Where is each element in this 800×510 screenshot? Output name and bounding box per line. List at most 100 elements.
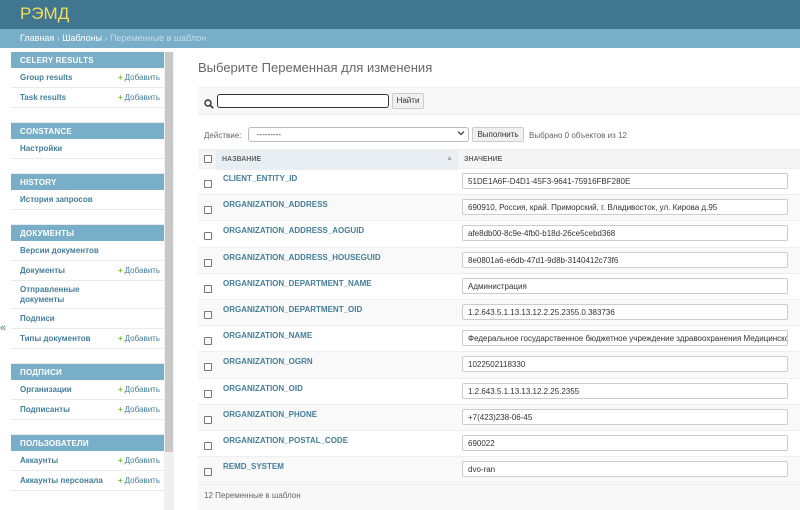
row-value-field[interactable]: Федеральное государственное бюджетное уч… bbox=[462, 330, 788, 347]
row-checkbox[interactable] bbox=[204, 227, 212, 245]
plus-icon: + bbox=[117, 456, 123, 465]
row-name-link[interactable]: ORGANIZATION_NAME bbox=[223, 331, 312, 340]
row-name-link[interactable]: ORGANIZATION_OID bbox=[223, 384, 303, 393]
add-button[interactable]: + Добавить bbox=[118, 405, 160, 414]
row-value-field[interactable]: 690022 bbox=[462, 434, 788, 451]
sidebar-module-caption[interactable]: CELERY RESULTS bbox=[11, 52, 164, 68]
sidebar-item-link[interactable]: Task results bbox=[20, 93, 115, 103]
sidebar-item-link[interactable]: Подписанты bbox=[20, 405, 115, 415]
row-name-link[interactable]: CLIENT_ENTITY_ID bbox=[223, 174, 297, 183]
row-value-field[interactable]: Администрация bbox=[462, 277, 788, 294]
row-checkbox[interactable] bbox=[204, 254, 212, 272]
add-button[interactable]: + Добавить bbox=[118, 73, 160, 82]
breadcrumb-home[interactable]: Главная bbox=[20, 33, 54, 43]
add-button[interactable]: + Добавить bbox=[118, 266, 160, 275]
breadcrumb-separator: › bbox=[102, 33, 111, 43]
add-button[interactable]: + Добавить bbox=[118, 456, 160, 465]
collapse-sidebar-toggle[interactable]: « bbox=[0, 322, 6, 334]
row-name-link[interactable]: ORGANIZATION_OGRN bbox=[223, 357, 313, 366]
sidebar-module: ДОКУМЕНТЫ Версии документов Документы + Доба… bbox=[11, 225, 164, 349]
plus-icon: + bbox=[117, 405, 123, 414]
row-name-link[interactable]: ORGANIZATION_ADDRESS bbox=[223, 200, 328, 209]
sidebar-module-spacer bbox=[11, 108, 164, 123]
sidebar-item-link[interactable]: Аккаунты bbox=[20, 456, 115, 466]
sidebar-module: ПОДПИСИ Организации + Добавить Подписанты + До… bbox=[11, 364, 164, 420]
search-button[interactable]: Найти bbox=[392, 93, 424, 109]
sidebar-module-caption[interactable]: HISTORY bbox=[11, 174, 164, 190]
plus-icon: + bbox=[117, 334, 123, 343]
run-action-button[interactable]: Выполнить bbox=[472, 127, 524, 142]
add-button[interactable]: + Добавить bbox=[118, 385, 160, 394]
sidebar-item: Аккаунты + Добавить bbox=[11, 451, 164, 471]
paginator: 12 Переменные в шаблон bbox=[198, 484, 800, 510]
row-checkbox[interactable] bbox=[204, 280, 212, 298]
row-name-link[interactable]: ORGANIZATION_DEPARTMENT_OID bbox=[223, 305, 362, 314]
row-checkbox[interactable] bbox=[204, 201, 212, 219]
row-value-field[interactable]: 8e0801a6-e6db-47d1-9d8b-3140412c73f6 bbox=[462, 251, 788, 268]
chevron-down-icon bbox=[457, 129, 465, 139]
select-all-checkbox[interactable] bbox=[204, 155, 212, 165]
sidebar-module-caption[interactable]: ПОДПИСИ bbox=[11, 364, 164, 380]
row-checkbox[interactable] bbox=[204, 411, 212, 429]
sidebar-module-caption[interactable]: ДОКУМЕНТЫ bbox=[11, 225, 164, 241]
site-name[interactable]: РЭМД bbox=[20, 4, 69, 24]
sidebar-item-link[interactable]: Типы документов bbox=[20, 334, 115, 344]
sidebar-scrollbar-thumb[interactable] bbox=[165, 52, 173, 452]
sidebar-module-caption[interactable]: CONSTANCE bbox=[11, 123, 164, 139]
row-checkbox[interactable] bbox=[204, 437, 212, 455]
sidebar-module-spacer bbox=[11, 210, 164, 225]
row-checkbox[interactable] bbox=[204, 463, 212, 481]
row-checkbox[interactable] bbox=[204, 385, 212, 403]
row-value-field[interactable]: dvo-ran bbox=[462, 461, 788, 478]
row-value-field[interactable]: 1.2.643.5.1.13.13.12.2.25.2355.0.383736 bbox=[462, 303, 788, 320]
row-value-field[interactable]: afe8db00-8c9e-4fb0-b18d-26ce5cebd368 bbox=[462, 225, 788, 242]
row-checkbox[interactable] bbox=[204, 306, 212, 324]
sidebar-module: ПОЛЬЗОВАТЕЛИ Аккаунты + Добавить Аккаунты пе… bbox=[11, 435, 164, 491]
sort-asc-icon[interactable]: ▲ bbox=[446, 155, 453, 162]
plus-icon: + bbox=[117, 385, 123, 394]
table-row: ORGANIZATION_ADDRESS 690910, Россия, край… bbox=[198, 195, 800, 222]
breadcrumb-section[interactable]: Шаблоны bbox=[62, 33, 102, 43]
add-button[interactable]: + Добавить bbox=[118, 334, 160, 343]
add-button[interactable]: + Добавить bbox=[118, 476, 160, 485]
breadcrumb: Главная › Шаблоны › Переменные в шаблон bbox=[0, 29, 800, 48]
sidebar-module-spacer bbox=[11, 420, 164, 435]
sidebar-item-link[interactable]: Организации bbox=[20, 385, 115, 395]
search-input[interactable] bbox=[217, 94, 389, 108]
column-header-name[interactable]: Название ▲ bbox=[216, 150, 458, 170]
plus-icon: + bbox=[117, 266, 123, 275]
row-value-field[interactable]: 690910, Россия, край. Приморский, г. Вла… bbox=[462, 199, 788, 216]
table-row: ORGANIZATION_POSTAL_CODE 690022 bbox=[198, 431, 800, 458]
sidebar-item-link[interactable]: Отправленные документы bbox=[20, 285, 115, 305]
sidebar-item-link[interactable]: Версии документов bbox=[20, 246, 115, 256]
row-name-link[interactable]: REMD_SYSTEM bbox=[223, 462, 284, 471]
sidebar-item: Организации + Добавить bbox=[11, 380, 164, 400]
add-label: Добавить bbox=[124, 334, 160, 343]
sidebar-nav: CELERY RESULTS Group results + Добавить Task… bbox=[11, 52, 164, 510]
sidebar-item-link[interactable]: Документы bbox=[20, 266, 115, 276]
add-button[interactable]: + Добавить bbox=[118, 93, 160, 102]
row-checkbox[interactable] bbox=[204, 358, 212, 376]
sidebar-item-link[interactable]: Аккаунты персонала bbox=[20, 476, 115, 486]
row-name-link[interactable]: ORGANIZATION_PHONE bbox=[223, 410, 317, 419]
row-value-field[interactable]: 1022502118330 bbox=[462, 356, 788, 373]
row-name-link[interactable]: ORGANIZATION_ADDRESS_HOUSEGUID bbox=[223, 253, 381, 262]
sidebar-item-link[interactable]: Настройки bbox=[20, 144, 115, 154]
action-select[interactable]: --------- bbox=[248, 127, 469, 142]
row-value-field[interactable]: 1.2.643.5.1.13.13.12.2.25.2355 bbox=[462, 382, 788, 399]
sidebar-item-link[interactable]: История запросов bbox=[20, 195, 115, 205]
page-title: Выберите Переменная для изменения bbox=[198, 60, 433, 75]
sidebar-item: Типы документов + Добавить bbox=[11, 329, 164, 349]
row-checkbox[interactable] bbox=[204, 175, 212, 193]
row-name-link[interactable]: ORGANIZATION_ADDRESS_AOGUID bbox=[223, 226, 364, 235]
row-value-field[interactable]: 51DE1A6F-D4D1-45F3-9641-75916FBF280E bbox=[462, 173, 788, 189]
row-value-field[interactable]: +7(423)238-06-45 bbox=[462, 408, 788, 425]
sidebar-item: Отправленные документы bbox=[11, 281, 164, 309]
row-checkbox[interactable] bbox=[204, 332, 212, 350]
row-name-link[interactable]: ORGANIZATION_DEPARTMENT_NAME bbox=[223, 279, 372, 288]
sidebar-item-link[interactable]: Group results bbox=[20, 73, 115, 83]
sidebar-item-link[interactable]: Подписи bbox=[20, 314, 115, 324]
sidebar-module-caption[interactable]: ПОЛЬЗОВАТЕЛИ bbox=[11, 435, 164, 451]
row-name-link[interactable]: ORGANIZATION_POSTAL_CODE bbox=[223, 436, 348, 445]
column-header-value: Значение bbox=[464, 156, 503, 163]
